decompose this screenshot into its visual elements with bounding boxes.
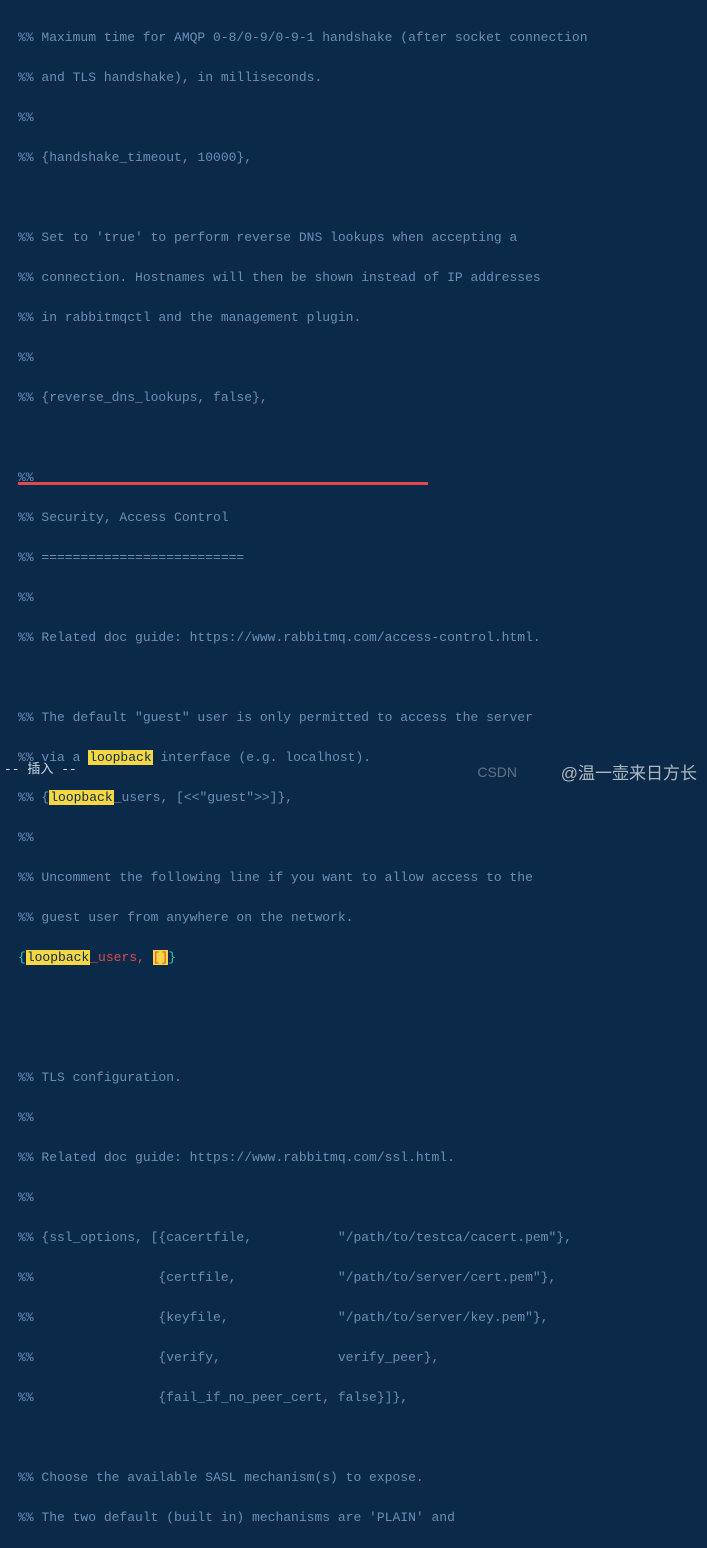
code-line: %% — [18, 468, 707, 488]
code-line: %% The default "guest" user is only perm… — [18, 708, 707, 728]
code-line: %% Related doc guide: https://www.rabbit… — [18, 628, 707, 648]
code-line: %% {ssl_options, [{cacertfile, "/path/to… — [18, 1228, 707, 1248]
code-line: %% Maximum time for AMQP 0-8/0-9/0-9-1 h… — [18, 28, 707, 48]
code-line: %% {verify, verify_peer}, — [18, 1348, 707, 1368]
code-line: %% Security, Access Control — [18, 508, 707, 528]
vim-mode-indicator: -- 插入 -- — [4, 760, 77, 780]
highlight-loopback: loopback — [26, 950, 90, 965]
code-line — [18, 1428, 707, 1448]
code-line: %% TLS configuration. — [18, 1068, 707, 1088]
code-line: %% connection. Hostnames will then be sh… — [18, 268, 707, 288]
code-line: %% Uncomment the following line if you w… — [18, 868, 707, 888]
code-line: %% — [18, 1188, 707, 1208]
code-line — [18, 668, 707, 688]
code-line: %% Related doc guide: https://www.rabbit… — [18, 1148, 707, 1168]
code-line: %% {reverse_dns_lookups, false}, — [18, 388, 707, 408]
code-line: %% Choose the available SASL mechanism(s… — [18, 1468, 707, 1488]
highlight-loopback: loopback — [88, 750, 152, 765]
code-line — [18, 1028, 707, 1048]
code-line: %% {keyfile, "/path/to/server/key.pem"}, — [18, 1308, 707, 1328]
code-line: %% {loopback_users, [<<"guest">>]}, — [18, 788, 707, 808]
code-line: %% — [18, 588, 707, 608]
code-line: %% — [18, 828, 707, 848]
code-line: %% in rabbitmqctl and the management plu… — [18, 308, 707, 328]
code-line: %% — [18, 108, 707, 128]
watermark-author: @温一壶来日方长 — [561, 764, 697, 784]
code-line: %% and TLS handshake), in milliseconds. — [18, 68, 707, 88]
code-line: %% — [18, 1108, 707, 1128]
code-line — [18, 988, 707, 1008]
code-line: %% {fail_if_no_peer_cert, false}]}, — [18, 1388, 707, 1408]
code-line — [18, 188, 707, 208]
code-line: %% {certfile, "/path/to/server/cert.pem"… — [18, 1268, 707, 1288]
code-line-active: {loopback_users, []} — [18, 948, 707, 968]
code-line: %% — [18, 348, 707, 368]
code-line: %% {handshake_timeout, 10000}, — [18, 148, 707, 168]
code-line — [18, 428, 707, 448]
code-line: %% The two default (built in) mechanisms… — [18, 1508, 707, 1528]
code-line: %% guest user from anywhere on the netwo… — [18, 908, 707, 928]
red-underline-annotation — [18, 482, 428, 485]
code-line: %% Set to 'true' to perform reverse DNS … — [18, 228, 707, 248]
code-line: %% ========================== — [18, 548, 707, 568]
watermark-csdn: CSDN — [477, 762, 517, 782]
highlight-loopback: loopback — [49, 790, 113, 805]
